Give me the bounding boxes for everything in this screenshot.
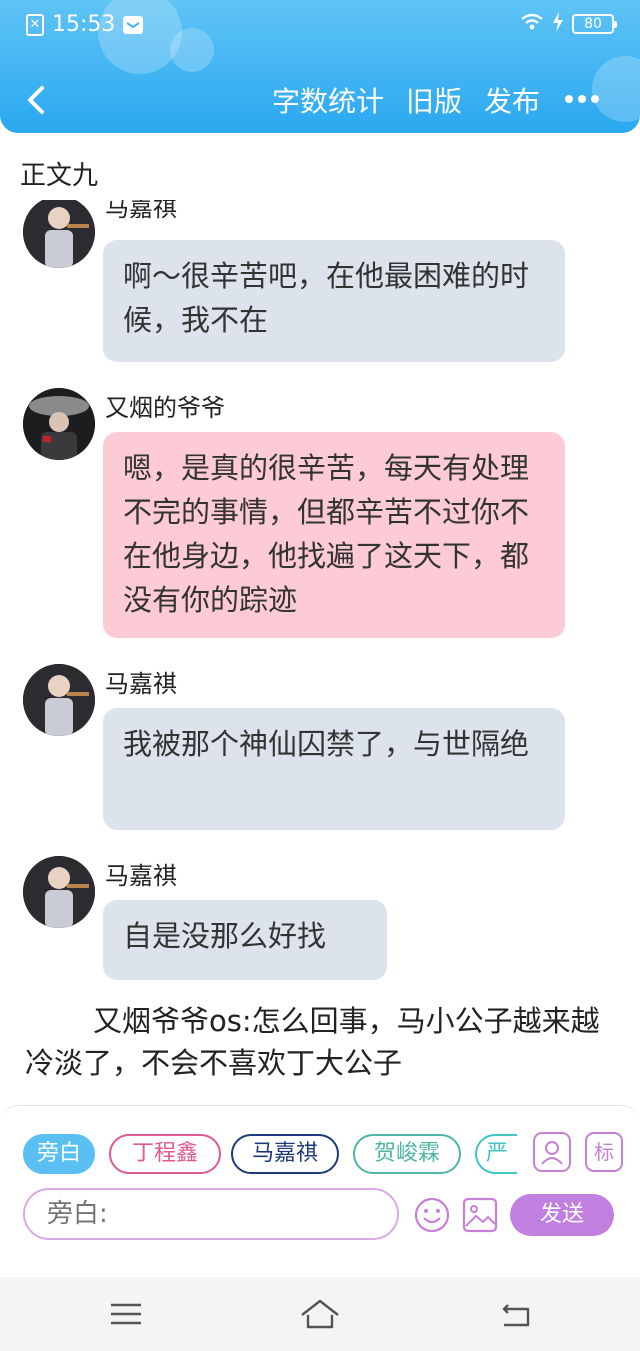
role-tag-ding[interactable]: 丁程鑫: [109, 1134, 221, 1174]
sender-name: 马嘉祺: [105, 200, 177, 222]
input-panel: 旁白 丁程鑫 马嘉祺 贺峻霖 严 标 发: [0, 1105, 640, 1277]
message-bubble[interactable]: 自是没那么好找: [103, 900, 387, 980]
more-icon: [565, 95, 599, 103]
publish-button[interactable]: 发布: [484, 80, 540, 120]
narration-text[interactable]: 又烟爷爷os:怎么回事，马小公子越来越冷淡了，不会不喜欢丁大公子: [25, 1000, 615, 1084]
nav-bar: 字数统计 旧版 发布: [0, 70, 640, 130]
role-tag-narrator[interactable]: 旁白: [23, 1134, 95, 1174]
message-bubble[interactable]: 啊～很辛苦吧，在他最困难的时候，我不在: [103, 240, 565, 362]
wifi-icon: [520, 13, 544, 35]
more-button[interactable]: [564, 90, 600, 104]
image-button[interactable]: [461, 1196, 499, 1234]
avatar[interactable]: [23, 856, 95, 928]
battery-icon: 80: [572, 14, 617, 34]
sender-name: 马嘉祺: [105, 670, 177, 698]
word-count-button[interactable]: 字数统计: [272, 80, 384, 120]
back-arrow-icon: [28, 86, 44, 114]
message-bubble[interactable]: 我被那个神仙囚禁了，与世隔绝: [103, 708, 565, 830]
menu-button[interactable]: [106, 1297, 146, 1331]
compose-row: 发送: [23, 1188, 623, 1240]
role-tag-ma[interactable]: 马嘉祺: [231, 1134, 339, 1174]
avatar[interactable]: [23, 388, 95, 460]
sender-name: 马嘉祺: [105, 862, 177, 890]
chapter-title: 正文九: [20, 161, 99, 191]
role-tag-he[interactable]: 贺峻霖: [353, 1134, 461, 1174]
old-version-button[interactable]: 旧版: [406, 80, 462, 120]
message-input[interactable]: [23, 1188, 399, 1240]
sender-name: 又烟的爷爷: [105, 394, 225, 422]
system-nav-bar: [0, 1277, 640, 1351]
image-icon: [462, 1197, 498, 1233]
charging-icon: [552, 12, 564, 36]
home-button[interactable]: [298, 1297, 342, 1331]
back-button[interactable]: [18, 76, 58, 124]
return-button[interactable]: [496, 1297, 536, 1331]
role-tag-yan[interactable]: 严: [475, 1134, 517, 1174]
no-sim-icon: ✕: [26, 13, 44, 36]
home-icon: [301, 1299, 339, 1329]
avatar[interactable]: [23, 200, 95, 268]
chat-area[interactable]: 马嘉祺 啊～很辛苦吧，在他最困难的时候，我不在 又烟的爷爷 嗯，是真的很辛苦，每…: [0, 200, 640, 1105]
menu-icon: [111, 1303, 141, 1325]
message-bubble[interactable]: 嗯，是真的很辛苦，每天有处理不完的事情，但都辛苦不过你不在他身边，他找遍了这天下…: [103, 432, 565, 638]
send-button[interactable]: 发送: [510, 1194, 614, 1236]
status-bar: ✕ 15:53 80: [0, 0, 640, 52]
notification-icon: [123, 15, 144, 34]
person-card-icon: [541, 1141, 563, 1165]
tag-button[interactable]: 标: [585, 1132, 623, 1172]
emoji-button[interactable]: [413, 1196, 451, 1234]
avatar[interactable]: [23, 664, 95, 736]
status-time: 15:53: [52, 12, 116, 37]
role-selector: 旁白 丁程鑫 马嘉祺 贺峻霖 严 标: [23, 1132, 623, 1174]
role-manage-button[interactable]: [533, 1132, 571, 1172]
app-header: ✕ 15:53 80 字数统计 旧版 发布: [0, 0, 640, 133]
emoji-icon: [414, 1197, 450, 1233]
return-icon: [502, 1304, 530, 1327]
